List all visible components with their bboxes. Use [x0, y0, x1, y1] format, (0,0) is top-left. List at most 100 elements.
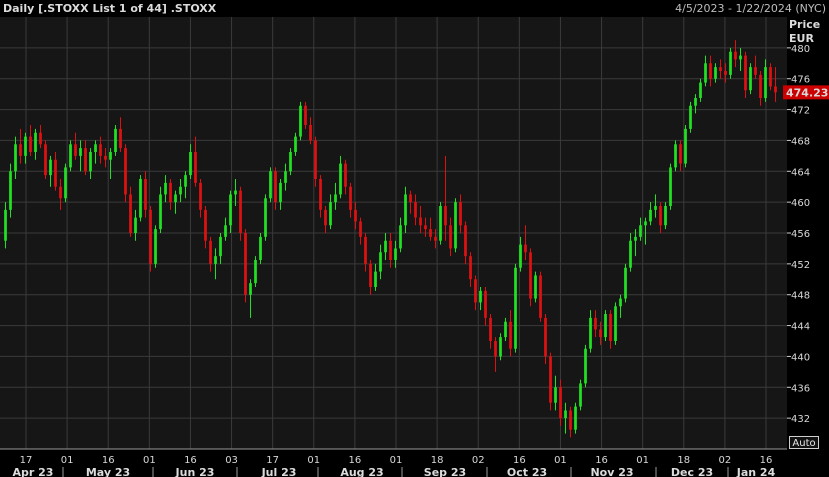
y-tick-label: 440 [791, 352, 810, 363]
auto-scale-button[interactable]: Auto [789, 436, 819, 449]
candle-body [314, 140, 317, 179]
candle-body [549, 356, 552, 403]
candle-body [469, 256, 472, 280]
candle-body [54, 159, 57, 187]
candle-body [459, 202, 462, 226]
candle-body [324, 209, 327, 226]
candle-body [194, 152, 197, 183]
x-tick-label: 01 [390, 455, 403, 466]
chart-window: Daily [.STOXX List 1 of 44] .STOXX 4/5/2… [0, 0, 829, 477]
y-tick-label: 472 [791, 106, 810, 117]
candle-body [79, 148, 82, 156]
candle-body [29, 136, 32, 152]
candlestick-chart[interactable]: 17 01 16 01 16 03 17 01 16 01 18 02 16 01 16 01 18 02 16 Ap… [0, 0, 829, 477]
candle-body [319, 179, 322, 210]
candle-body [389, 240, 392, 260]
candle-body [354, 209, 357, 222]
candle-body [174, 194, 177, 203]
y-tick-label: 432 [791, 414, 810, 425]
month-label: Jun 23 [175, 466, 215, 477]
candle-body [639, 225, 642, 237]
candle-body [409, 194, 412, 203]
candle-body [564, 410, 567, 419]
candle-body [434, 236, 437, 241]
candle-body [724, 71, 727, 75]
candle-body [734, 51, 737, 60]
candle-body [279, 182, 282, 203]
month-label: Jul 23 [261, 466, 297, 477]
candle-body [224, 225, 227, 237]
candle-body [404, 194, 407, 226]
candle-body [189, 152, 192, 176]
candle-body [579, 383, 582, 407]
candle-body [709, 63, 712, 79]
candle-body [239, 190, 242, 233]
month-label: Nov 23 [590, 466, 633, 477]
candle-body [284, 171, 287, 183]
candle-body [464, 225, 467, 257]
month-label: May 23 [86, 466, 130, 477]
last-price-marker: 474.23 [783, 85, 829, 100]
candle-body [139, 179, 142, 218]
x-tick-label: 17 [266, 455, 279, 466]
candle-body [399, 225, 402, 249]
candle-body [619, 298, 622, 307]
candle-body [489, 317, 492, 341]
y-tick-label: 480 [791, 44, 810, 55]
month-label: Aug 23 [340, 466, 383, 477]
candle-body [64, 167, 67, 199]
candle-body [244, 233, 247, 295]
candle-body [554, 387, 557, 403]
x-tick-label: 01 [636, 455, 649, 466]
month-label: Dec 23 [671, 466, 713, 477]
candle-body [599, 329, 602, 338]
y-tick-label: 436 [791, 383, 810, 394]
candle-body [204, 209, 207, 241]
candle-body [634, 236, 637, 241]
candle-body [19, 144, 22, 156]
y-tick-label: 476 [791, 75, 810, 86]
candle-body [714, 67, 717, 79]
candle-body [704, 63, 707, 83]
candle-body [729, 51, 732, 75]
candle-body [559, 387, 562, 419]
time-axis: 17 01 16 01 16 03 17 01 16 01 18 02 16 01 16 01 18 02 16 Ap… [0, 448, 787, 477]
y-tick-label: 444 [791, 322, 810, 333]
candle-body [309, 125, 312, 141]
candle-body [254, 260, 257, 284]
candle-body [519, 244, 522, 268]
x-tick-label: 18 [431, 455, 444, 466]
candles [4, 40, 777, 438]
candle-body [134, 217, 137, 233]
candle-body [479, 290, 482, 303]
candle-body [474, 279, 477, 303]
candle-body [594, 317, 597, 330]
x-tick-label: 01 [61, 455, 74, 466]
candle-body [269, 171, 272, 199]
candle-body [264, 198, 267, 237]
candle-body [689, 105, 692, 129]
candle-body [109, 152, 112, 160]
candle-body [259, 236, 262, 260]
candle-body [569, 410, 572, 430]
candle-body [769, 67, 772, 87]
candle-body [169, 182, 172, 203]
candle-body [209, 240, 212, 264]
y-tick-label: 456 [791, 229, 810, 240]
candle-body [304, 105, 307, 125]
candle-body [749, 67, 752, 91]
month-label: Apr 23 [13, 466, 54, 477]
candle-body [699, 82, 702, 98]
candle-body [624, 267, 627, 299]
candle-body [149, 209, 152, 264]
x-tick-label: 16 [349, 455, 362, 466]
y-tick-label: 464 [791, 167, 810, 178]
candle-body [59, 186, 62, 199]
candle-body [544, 317, 547, 357]
x-tick-label: 17 [20, 455, 33, 466]
x-tick-label: 16 [102, 455, 115, 466]
candle-body [349, 186, 352, 210]
candle-body [674, 144, 677, 168]
candle-body [154, 229, 157, 264]
candle-body [99, 144, 102, 156]
